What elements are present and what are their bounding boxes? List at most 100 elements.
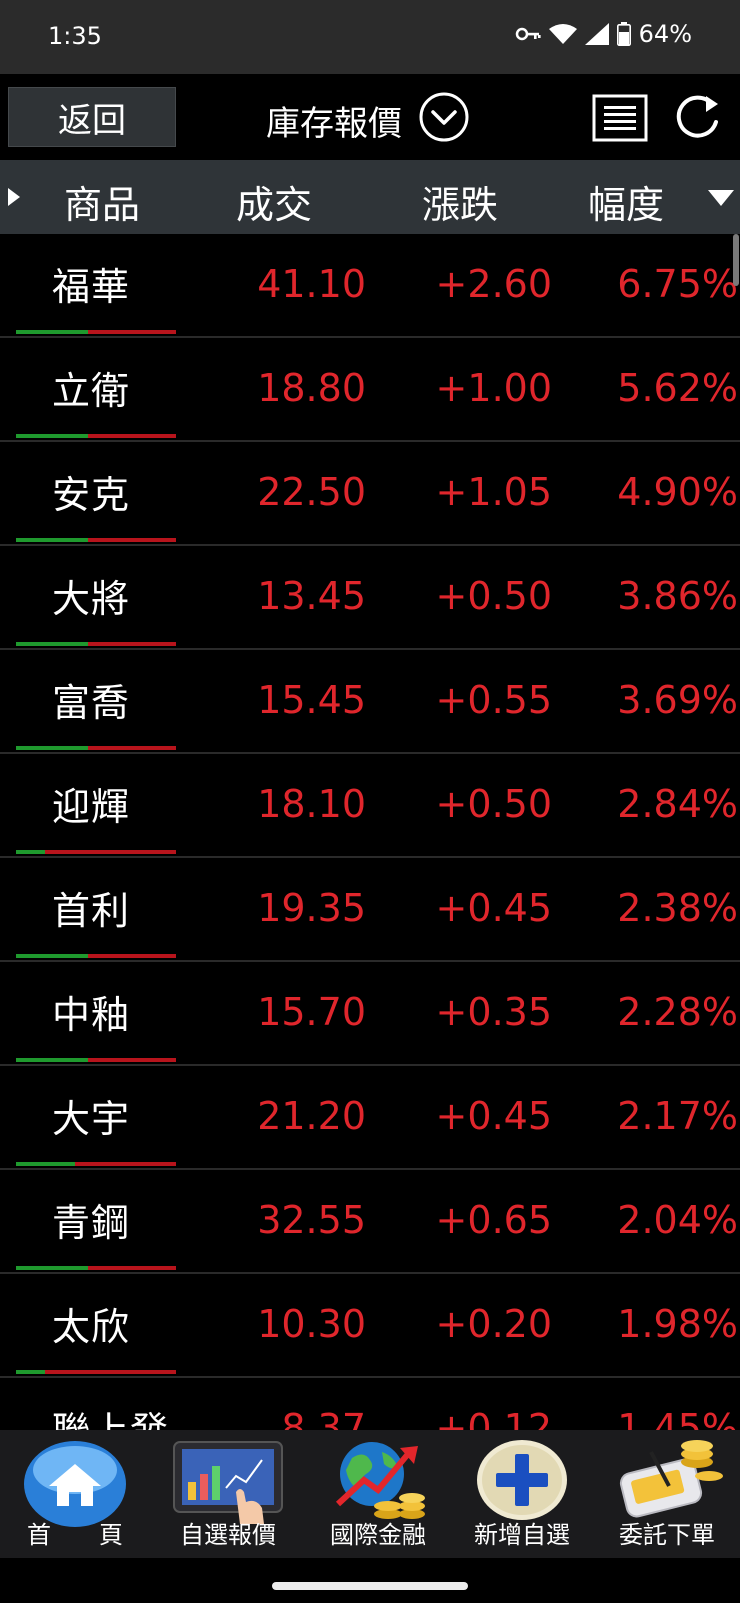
nav-place-order[interactable]: 委託下單 [594,1430,740,1558]
price-value: 15.70 [257,990,366,1034]
buy-sell-ratio-bar [16,434,176,438]
percent-value: 5.62% [617,366,738,410]
quote-row[interactable]: 首利 19.35 +0.45 2.38% [0,858,740,962]
plus-icon [477,1440,567,1520]
column-change[interactable]: 漲跌 [422,174,498,229]
stock-name: 立衛 [52,369,131,413]
ratio-bar-green [16,434,88,438]
sort-down-icon[interactable] [706,188,736,208]
list-icon[interactable] [592,94,648,142]
nav-watchlist-label: 自選報價 [180,1521,276,1549]
percent-value: 3.86% [617,574,738,618]
quote-list[interactable]: 福華 41.10 +2.60 6.75% 立衛 18.80 +1.00 5.62% 安克 22.5… [0,234,740,1430]
price-value: 15.45 [257,678,366,722]
chevron-down-icon[interactable] [418,91,470,143]
battery-icon [616,22,631,46]
nav-watchlist[interactable]: 自選報價 [150,1430,306,1558]
quote-row[interactable]: 立衛 18.80 +1.00 5.62% [0,338,740,442]
column-header: 商品 成交 漲跌 幅度 [0,160,740,234]
quote-row[interactable]: 大將 13.45 +0.50 3.86% [0,546,740,650]
nav-add-watchlist-label: 新增自選 [474,1521,570,1549]
buy-sell-ratio-bar [16,1266,176,1270]
stock-name: 聯上發 [52,1400,169,1430]
percent-value: 2.84% [617,782,738,826]
stock-name: 大宇 [52,1097,131,1141]
buy-sell-ratio-bar [16,538,176,542]
stock-name: 福華 [52,265,131,309]
price-value: 41.10 [257,262,366,306]
wifi-icon [548,24,577,44]
price-value: 10.30 [257,1302,366,1346]
ratio-bar-green [16,538,88,542]
percent-value: 1.45% [617,1406,738,1430]
buy-sell-ratio-bar [16,1162,176,1166]
stock-name: 富喬 [52,681,131,725]
buy-sell-ratio-bar [16,1058,176,1062]
nav-home-label: 首 頁 [27,1521,123,1549]
buy-sell-ratio-bar [16,330,176,334]
change-value: +0.20 [435,1302,552,1346]
quote-row[interactable]: 聯上發 8.37 +0.12 1.45% [0,1378,740,1430]
quote-row[interactable]: 富喬 15.45 +0.55 3.69% [0,650,740,754]
scrollbar-thumb[interactable] [733,234,739,286]
gesture-bar-area [0,1558,740,1603]
buy-sell-ratio-bar [16,746,176,750]
column-product[interactable]: 商品 [64,174,140,229]
stock-name: 首利 [52,889,131,933]
quote-row[interactable]: 太欣 10.30 +0.20 1.98% [0,1274,740,1378]
percent-value: 2.38% [617,886,738,930]
change-value: +0.50 [435,782,552,826]
quote-row[interactable]: 福華 41.10 +2.60 6.75% [0,234,740,338]
ratio-bar-red [88,434,176,438]
ratio-bar-red [88,1058,176,1062]
percent-value: 3.69% [617,678,738,722]
quote-row[interactable]: 安克 22.50 +1.05 4.90% [0,442,740,546]
stock-name: 大將 [52,577,131,621]
page-title[interactable]: 庫存報價 [266,96,402,145]
ratio-bar-green [16,1266,88,1270]
ratio-bar-red [88,330,176,334]
bottom-nav: 首 頁 自選報價 國際金融 新增自選 委託下單 [0,1430,740,1558]
status-icons: 64% [515,20,692,48]
ratio-bar-green [16,1162,75,1166]
ratio-bar-red [88,642,176,646]
ratio-bar-red [88,746,176,750]
quote-row[interactable]: 中釉 15.70 +0.35 2.28% [0,962,740,1066]
nav-international[interactable]: 國際金融 [306,1430,450,1558]
price-value: 19.35 [257,886,366,930]
column-percent[interactable]: 幅度 [588,174,664,229]
quote-row[interactable]: 大宇 21.20 +0.45 2.17% [0,1066,740,1170]
change-value: +0.12 [435,1406,552,1430]
change-value: +0.45 [435,1094,552,1138]
change-value: +0.35 [435,990,552,1034]
back-button[interactable]: 返回 [8,87,176,147]
battery-percent: 64% [638,20,692,48]
nav-place-order-label: 委託下單 [619,1521,715,1549]
ratio-bar-green [16,1370,45,1374]
refresh-icon[interactable] [672,92,726,144]
change-value: +2.60 [435,262,552,306]
percent-value: 2.28% [617,990,738,1034]
nav-home[interactable]: 首 頁 [0,1430,150,1558]
change-value: +0.45 [435,886,552,930]
stock-name: 迎輝 [52,785,131,829]
ratio-bar-red [75,1162,176,1166]
change-value: +1.00 [435,366,552,410]
ratio-bar-green [16,330,88,334]
expand-right-icon[interactable] [6,186,22,208]
buy-sell-ratio-bar [16,642,176,646]
quote-row[interactable]: 青鋼 32.55 +0.65 2.04% [0,1170,740,1274]
change-value: +0.65 [435,1198,552,1242]
price-value: 21.20 [257,1094,366,1138]
nav-add-watchlist[interactable]: 新增自選 [450,1430,594,1558]
price-value: 13.45 [257,574,366,618]
column-price[interactable]: 成交 [236,174,312,229]
status-time: 1:35 [48,22,102,50]
vpn-key-icon [515,27,541,41]
home-indicator[interactable] [272,1582,468,1590]
price-value: 18.10 [257,782,366,826]
percent-value: 4.90% [617,470,738,514]
change-value: +0.50 [435,574,552,618]
price-value: 18.80 [257,366,366,410]
quote-row[interactable]: 迎輝 18.10 +0.50 2.84% [0,754,740,858]
